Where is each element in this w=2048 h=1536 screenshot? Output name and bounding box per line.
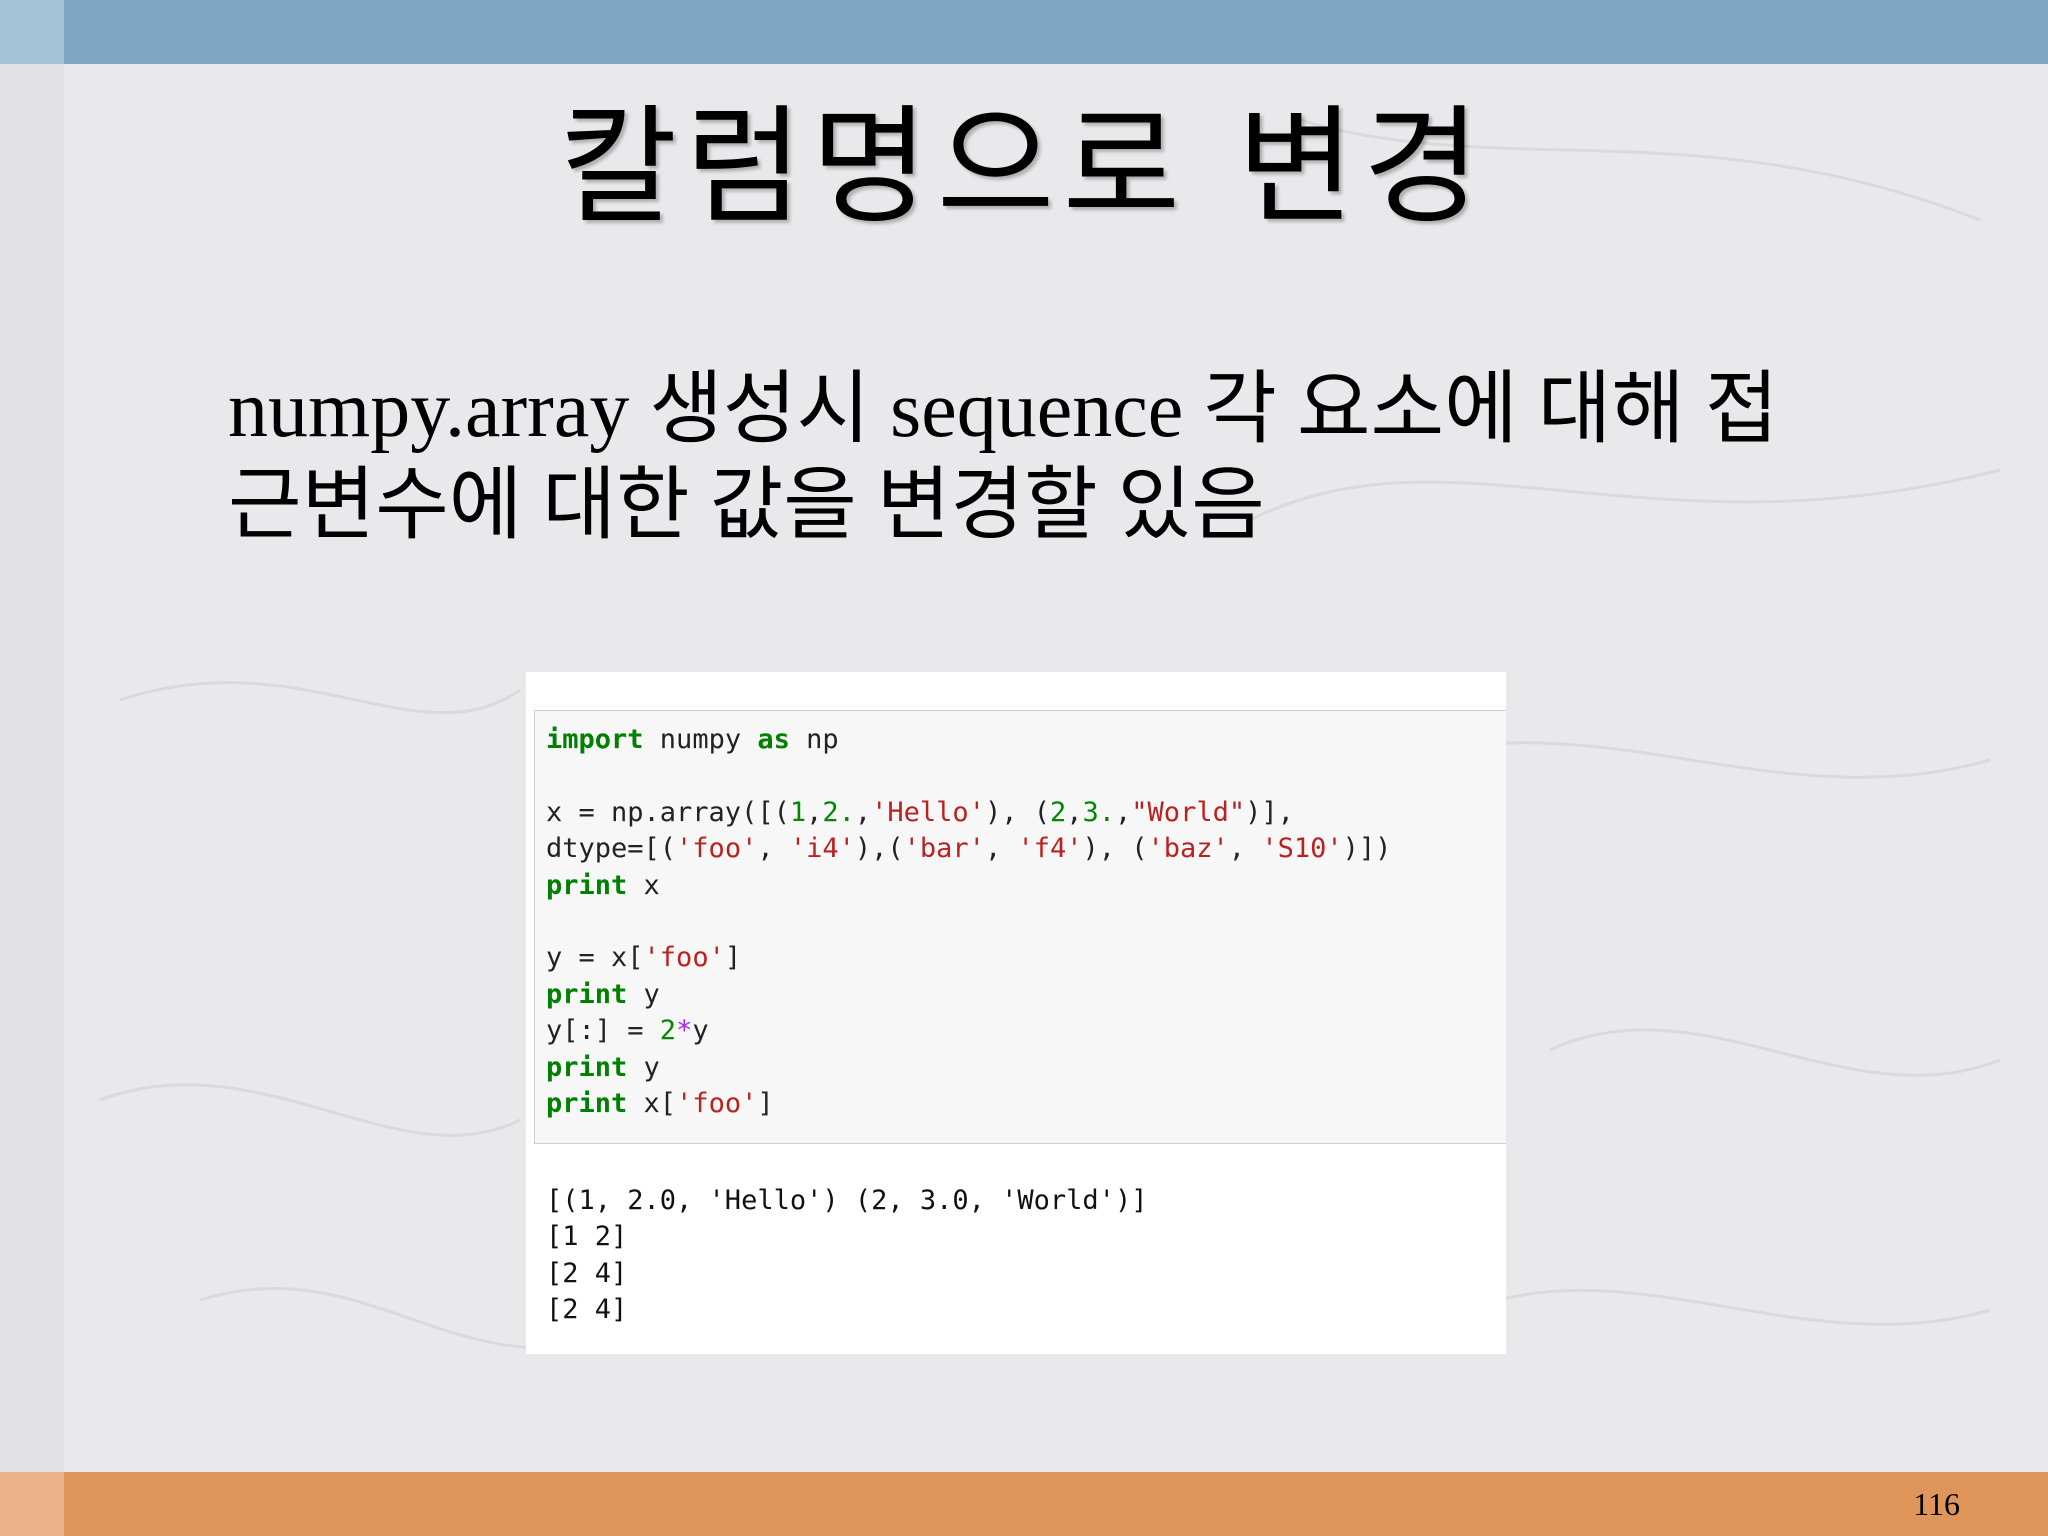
code-token: np	[789, 724, 839, 755]
code-token: print	[546, 978, 628, 1010]
slide-title: 칼럼명으로 변경	[559, 93, 1489, 242]
code-line: y[:] = 2*y	[546, 1013, 1391, 1049]
code-token: ,	[806, 796, 823, 828]
code-token: import	[546, 724, 644, 755]
code-token: x = np.array([(	[546, 796, 790, 828]
code-token: ,	[984, 833, 1018, 865]
code-token: ]	[757, 1087, 774, 1119]
code-token: ,	[1066, 796, 1083, 828]
top-bar-accent	[0, 0, 64, 64]
code-token: y	[627, 978, 660, 1010]
code-token: ), (	[1082, 833, 1148, 865]
output-line: [1 2]	[546, 1221, 628, 1253]
output-line: [2 4]	[546, 1294, 628, 1326]
code-token: 'foo'	[676, 1087, 758, 1119]
code-line: print y	[546, 977, 1391, 1013]
code-token: )],	[1245, 796, 1294, 828]
code-token: 'foo'	[643, 942, 725, 974]
code-token: x	[627, 869, 660, 901]
code-line: print y	[546, 1050, 1391, 1086]
code-token: numpy	[643, 724, 758, 755]
code-token: x[	[627, 1087, 677, 1119]
code-line: print x	[546, 868, 1391, 904]
code-token: )])	[1342, 833, 1392, 865]
code-token: 2	[1049, 796, 1067, 828]
code-token: ),(	[854, 833, 904, 865]
code-token: ,	[1115, 796, 1132, 828]
code-line: print x['foo']	[546, 1086, 1391, 1122]
code-token: print	[546, 1087, 628, 1119]
bottom-bar	[0, 1472, 2048, 1536]
code-token: print	[546, 869, 628, 901]
code-token: 3.	[1082, 796, 1116, 828]
output-line: [2 4]	[546, 1257, 628, 1289]
code-token: 2	[659, 1015, 677, 1047]
bottom-bar-accent	[0, 1472, 64, 1536]
code-token: ]	[724, 942, 742, 974]
code-token: y[:] =	[546, 1015, 660, 1047]
code-token: 2.	[822, 796, 855, 828]
code-token: ), (	[984, 796, 1050, 828]
code-token: y	[692, 1015, 709, 1047]
code-token: "World"	[1131, 796, 1246, 828]
code-line: dtype=[('foo', 'i4'),('bar', 'f4'), ('ba…	[546, 831, 1391, 867]
code-token: y	[627, 1051, 660, 1083]
notebook-screenshot: import numpy as np x = np.array([(1,2.,'H…	[526, 672, 1506, 1354]
output-line: [(1, 2.0, 'Hello') (2, 3.0, 'World')]	[546, 1185, 1148, 1216]
output-block: [(1, 2.0, 'Hello') (2, 3.0, 'World')] [1 …	[546, 1183, 1147, 1329]
code-token: 'f4'	[1017, 833, 1083, 865]
code-token: *	[676, 1015, 693, 1047]
code-token: 'i4'	[789, 833, 855, 865]
code-token: ,	[757, 833, 790, 865]
left-stripe	[0, 64, 64, 1472]
code-token: dtype=[(	[546, 833, 677, 865]
code-token: ,	[1228, 833, 1262, 865]
code-token: 'S10'	[1261, 833, 1343, 865]
page-number: 116	[1913, 1486, 1960, 1522]
code-token: 1	[789, 796, 807, 828]
code-line: import numpy as np	[546, 722, 1391, 758]
code-token: 'foo'	[676, 833, 758, 865]
code-line: y = x['foo']	[546, 940, 1391, 976]
code-line: x = np.array([(1,2.,'Hello'), (2,3.,"Wor…	[546, 795, 1391, 831]
body-text: numpy.array 생성시 sequence 각 요소에 대해 접 근변수에…	[228, 362, 1928, 554]
code-token: 'Hello'	[871, 796, 985, 828]
code-token: print	[546, 1051, 628, 1083]
code-token: 'baz'	[1147, 833, 1229, 865]
body-line: numpy.array 생성시 sequence 각 요소에 대해 접	[228, 366, 1779, 454]
top-bar	[0, 0, 2048, 64]
code-token: y = x[	[546, 942, 644, 974]
body-line: 근변수에 대한 값을 변경할 있음	[228, 462, 1265, 550]
code-block: import numpy as np x = np.array([(1,2.,'H…	[546, 722, 1391, 1122]
code-token: as	[757, 724, 790, 755]
code-token: ,	[854, 796, 872, 828]
code-token: 'bar'	[903, 833, 985, 865]
